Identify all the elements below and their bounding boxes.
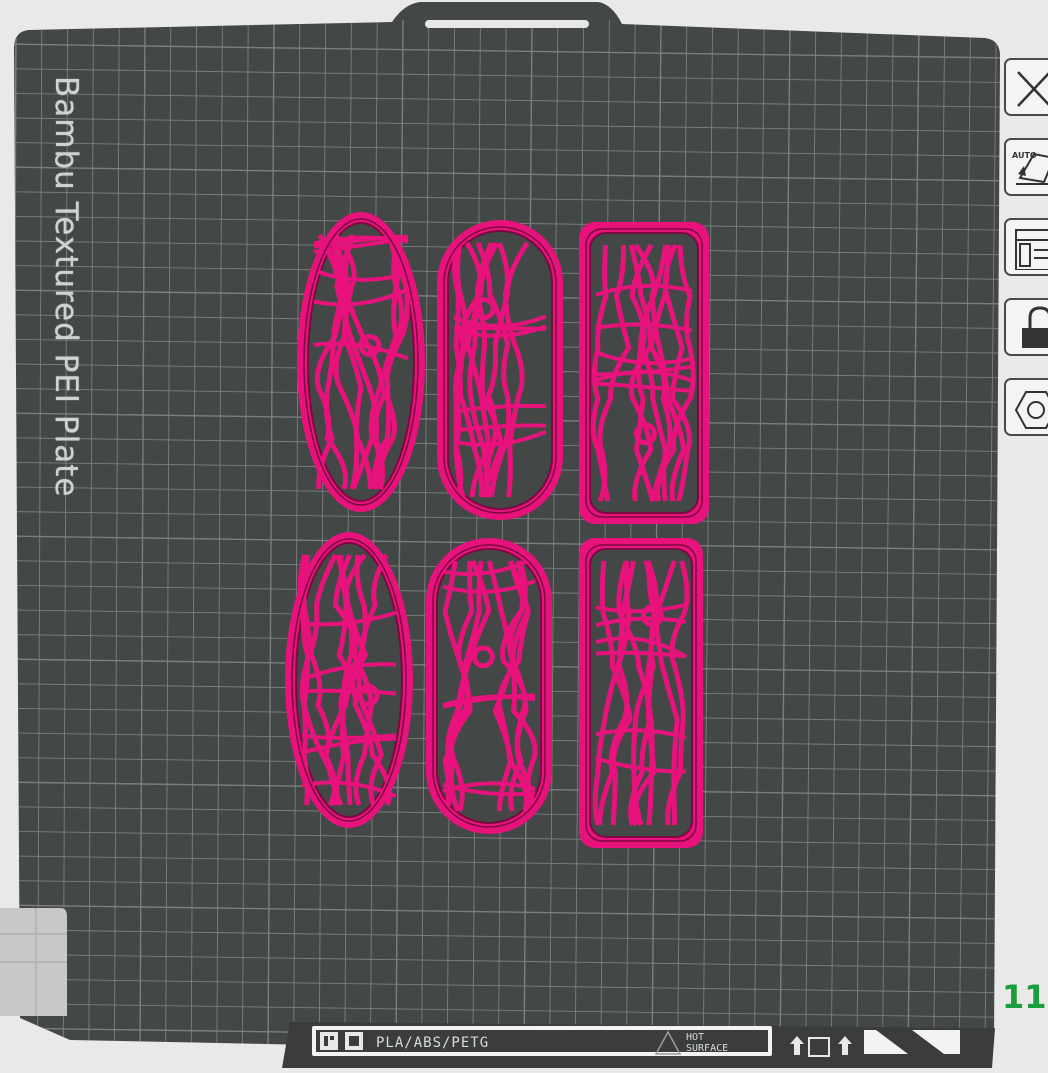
plate-handle	[425, 20, 589, 28]
build-plate	[14, 2, 1001, 1058]
lock-button[interactable]	[1004, 298, 1048, 356]
unlock-icon	[1022, 306, 1048, 348]
hot-surface-label-2: SURFACE	[686, 1043, 729, 1054]
grid-line	[14, 19, 17, 1058]
model-capsule-stained-glass-2[interactable]	[426, 538, 552, 834]
plate-name: Bambu Textured PEI Plate	[48, 76, 84, 498]
filament-types-label: PLA/ABS/PETG	[376, 1035, 490, 1051]
arrange-icon	[1015, 229, 1048, 270]
arrange-button[interactable]	[1004, 218, 1048, 276]
close-button[interactable]	[1004, 58, 1048, 116]
plate-index-label: 11	[1002, 978, 1047, 1016]
hex-settings-icon	[1014, 391, 1048, 429]
model-rect-stained-glass-1[interactable]	[579, 222, 709, 524]
lattice-strut	[453, 325, 547, 332]
auto-orient-button[interactable]: AUTO	[1004, 138, 1048, 196]
build-plate-view[interactable]	[0, 0, 1048, 1073]
plate-settings-button[interactable]	[1004, 378, 1048, 436]
auto-orient-icon: AUTO	[1012, 151, 1048, 185]
hot-surface-label-1: HOT	[686, 1032, 705, 1043]
model-rect-stained-glass-2[interactable]	[579, 538, 703, 848]
model-capsule-stained-glass-1[interactable]	[437, 220, 563, 520]
close-icon	[1017, 71, 1048, 107]
model-oval-stained-glass-1[interactable]	[297, 212, 425, 512]
model-oval-stained-glass-2[interactable]	[285, 532, 413, 828]
